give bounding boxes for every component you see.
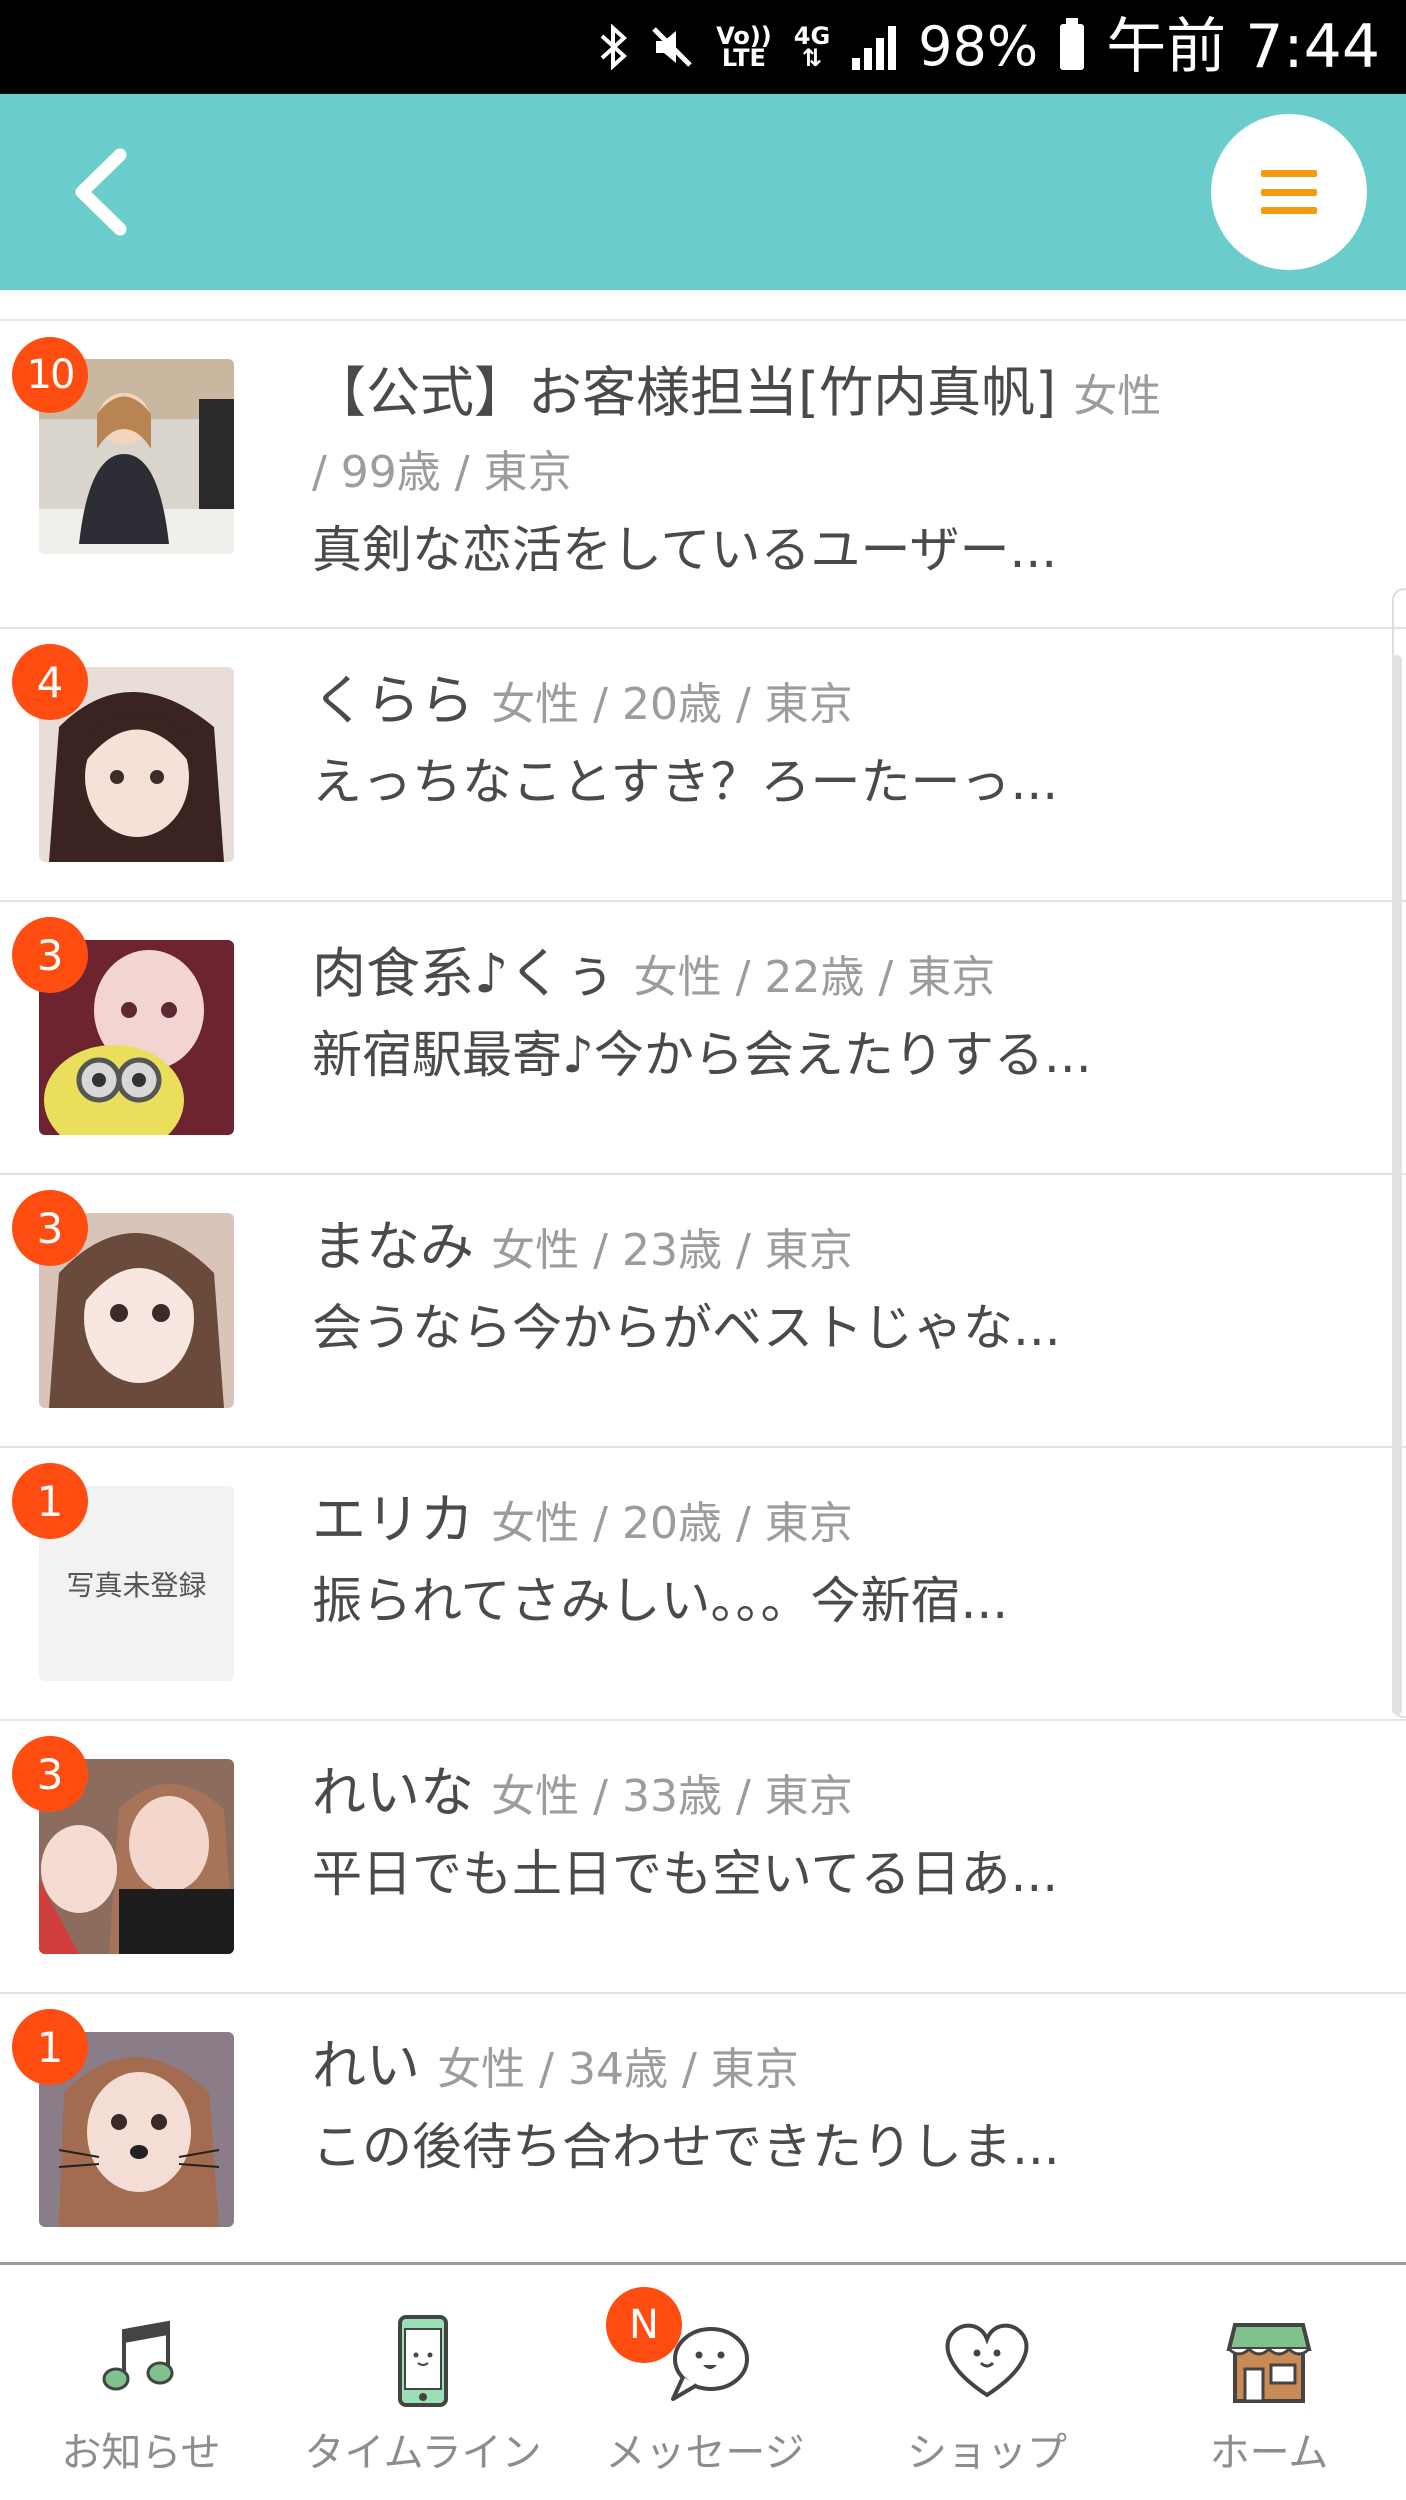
new-badge: N [606,2287,682,2363]
nav-label: メッセージ [605,2430,805,2476]
sender-name: 肉食系♪くぅ [312,942,617,1005]
message-preview: 新宿駅最寄♪今から会えたりする... [312,1026,1092,1084]
message-preview: この後待ち合わせできたりしま... [312,2118,1060,2176]
sender-meta: 女性 / 23歳 / 東京 [491,1225,853,1276]
message-row[interactable]: 1 写真未登録 エリカ 女性 / 20歳 / 東京 振られてさみしい。。。今新宿… [0,1448,1406,1721]
sender-meta-cont: / 99歳 / 東京 [312,447,572,498]
sender-meta: 女性 / 34歳 / 東京 [437,2044,799,2095]
unread-badge: 1 [12,2009,88,2085]
menu-button[interactable] [1211,114,1367,270]
sender-meta: 女性 / 20歳 / 東京 [491,1498,853,1549]
sender-name: くらら [312,669,474,732]
sender-name: エリカ [312,1488,474,1551]
hamburger-menu-icon [1261,170,1317,214]
nav-shop[interactable]: ショップ [846,2265,1128,2500]
sender-name: まなみ [312,1215,474,1278]
sender-meta: 女性 / 33歳 / 東京 [491,1771,853,1822]
nav-timeline[interactable]: タイムライン [282,2265,564,2500]
bottom-navigation: お知らせ タイムライン N メッセージ ショップ ホーム [0,2262,1406,2500]
shop-front-icon [1226,2323,1312,2403]
sender-name: 【公式】お客様担当[竹内真帆] [312,361,1057,424]
battery-percent: 98% [918,15,1039,78]
signal-icon [852,24,897,70]
scrollbar-thumb[interactable] [1392,655,1402,1715]
nav-messages[interactable]: N メッセージ [564,2265,846,2500]
message-row[interactable]: 1 れい 女性 / 34歳 / 東京 この後待ち合わせできたりしま... [0,1994,1406,2264]
clock: 午前 7:44 [1106,12,1380,82]
message-row[interactable]: 4 くらら 女性 / 20歳 / 東京 えっちなことすき？ろーたーっ... [0,629,1406,902]
nav-news[interactable]: お知らせ [0,2265,282,2500]
sender-meta: 女性 / 22歳 / 東京 [633,952,996,1003]
unread-badge: 3 [12,1190,88,1266]
unread-badge: 3 [12,917,88,993]
message-row[interactable]: 10 【公式】お客様担当[竹内真帆] 女性 / 99歳 / 東京 真剣な恋活をし… [0,321,1406,629]
mute-icon [650,25,694,69]
message-preview: えっちなことすき？ろーたーっ... [312,753,1059,811]
message-preview: 平日でも土日でも空いてる日あ... [312,1845,1059,1903]
unread-badge: 10 [12,337,88,413]
message-preview: 振られてさみしい。。。今新宿... [312,1572,1009,1630]
message-list: 10 【公式】お客様担当[竹内真帆] 女性 / 99歳 / 東京 真剣な恋活をし… [0,321,1406,2264]
unread-badge: 3 [12,1736,88,1812]
volte-indicator: Vo)) LTE [716,22,772,72]
smartphone-icon [398,2315,448,2407]
nav-label: お知らせ [61,2430,221,2476]
nav-label: タイムライン [304,2430,542,2476]
unread-badge: 4 [12,644,88,720]
back-button[interactable] [52,144,148,240]
bluetooth-icon [598,24,628,70]
music-note-icon [102,2320,174,2391]
sender-meta: 女性 / 20歳 / 東京 [491,679,853,730]
message-preview: 真剣な恋活をしているユーザー... [312,521,1058,579]
message-row[interactable]: 3 れいな 女性 / 33歳 / 東京 平日でも土日でも空いてる日あ... [0,1721,1406,1994]
status-bar: Vo)) LTE 4G ⇅ 98% 午前 7:44 [0,0,1406,94]
nav-home[interactable]: ホーム [1128,2265,1406,2500]
unread-badge: 1 [12,1463,88,1539]
sender-meta: 女性 [1073,371,1162,422]
sender-name: れい [312,2034,420,2097]
message-row[interactable]: 3 まなみ 女性 / 23歳 / 東京 会うなら今からがベストじゃな... [0,1175,1406,1448]
sender-name: れいな [312,1761,474,1824]
chevron-left-icon [75,148,127,236]
heart-icon [945,2323,1029,2398]
app-header [0,94,1406,290]
message-row[interactable]: 3 肉食系♪くぅ 女性 / 22歳 / 東京 新宿駅最寄♪今から会えたりする..… [0,902,1406,1175]
message-preview: 会うなら今からがベストじゃな... [312,1299,1061,1357]
battery-icon [1060,18,1085,70]
nav-label: ホーム [1209,2430,1329,2476]
network-type: 4G ⇅ [793,22,831,72]
nav-label: ショップ [907,2430,1067,2476]
